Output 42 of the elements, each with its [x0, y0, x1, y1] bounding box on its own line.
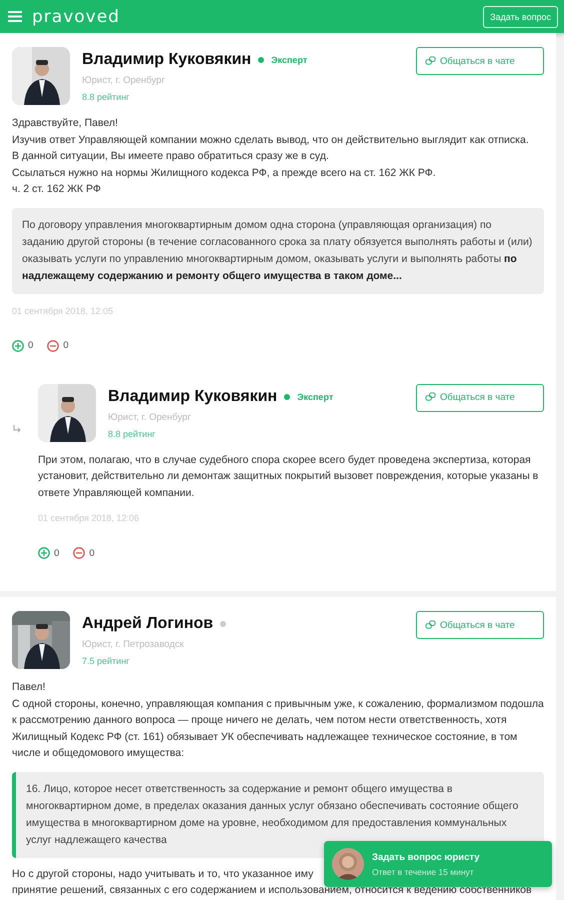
upvote-count: 0: [28, 340, 34, 351]
lawyer-rating: 8.8 рейтинг: [108, 428, 156, 438]
chat-icon: [425, 620, 436, 630]
expert-label: Эксперт: [271, 55, 308, 65]
answer-text: Но с другой стороны, надо учитывать и то, что указанное иму: [12, 866, 314, 882]
reply-arrow-icon: [12, 424, 22, 434]
lawyer-location: Юрист, г. Оренбург: [108, 412, 192, 422]
ask-question-button[interactable]: Задать вопрос: [483, 6, 558, 28]
law-quote: По договору управления многоквартирным домом одна сторона (управляющая организация) по заданию другой стороны (в течение согласованного срока за плату обязуется выполнять работы и (или) оказывать услуги по управлению многоквартирным домом, оказывать услуги и выполнять работы по надлежащему содержанию и ремонту общего имущества в таком доме...: [12, 208, 544, 294]
answer-text: ч. 2 ст. 162 ЖК РФ: [12, 182, 102, 197]
answer-text: Ссылаться нужно на нормы Жилищного кодекса РФ, а прежде всего на ст. 162 ЖК РФ.: [12, 166, 437, 180]
downvote-count: 0: [89, 548, 95, 558]
chat-icon: [425, 56, 436, 66]
answer-text: Павел!: [12, 680, 46, 695]
minus-icon[interactable]: [73, 547, 86, 559]
widget-subtitle: Ответ в течение 15 минут: [372, 866, 475, 876]
chat-button[interactable]: Общаться в чате: [416, 384, 544, 412]
answer-text: Здравствуйте, Павел!: [12, 116, 119, 131]
chat-button[interactable]: Общаться в чате: [416, 47, 544, 75]
lawyer-location: Юрист, г. Оренбург: [82, 75, 166, 86]
upvote-count: 0: [54, 548, 60, 558]
chat-icon: [425, 392, 436, 403]
lawyer-name[interactable]: Владимир Куковякин: [82, 51, 252, 69]
minus-icon[interactable]: [47, 340, 60, 352]
answer-text: В данной ситуации, Вы имеете право обратиться сразу же в суд.: [12, 149, 330, 164]
expert-label: Эксперт: [297, 392, 334, 402]
lawyer-rating: 7.5 рейтинг: [82, 656, 130, 666]
answer-text: С одной стороны, конечно, управляющая компания с привычным уже, к сожалению, формализмом подошла к рассмотрению данного вопроса — проще ничего не делать, чем потом нести ответственность, хотя Жилищный Кодекс РФ (ст. 161) обязывает УК обеспечивать надлежащее техническое состояние, в том числе и общедомового имущества:: [12, 696, 544, 761]
plus-icon[interactable]: [38, 547, 50, 559]
answer-text: При этом, полагаю, что в случае судебного спора скорее всего будет проведена экспертиза, которая установит, действительно ли демонтаж защитных покрытий вызовет повреждения, которые указаны в ответе Управляющей компании.: [38, 452, 540, 500]
lawyer-name[interactable]: Андрей Логинов: [82, 615, 214, 633]
plus-icon[interactable]: [12, 340, 24, 352]
menu-icon[interactable]: [8, 11, 22, 22]
logo[interactable]: pravoved: [32, 6, 474, 26]
widget-title: Задать вопрос юристу: [372, 852, 480, 862]
lawyer-rating: 8.8 рейтинг: [82, 92, 130, 102]
answer-text: Изучив ответ Управляющей компании можно сделать вывод, что он действительно выглядит как отписка.: [12, 132, 530, 148]
lawyer-name[interactable]: Владимир Куковякин: [108, 388, 278, 406]
ask-lawyer-widget[interactable]: Задать вопрос юристу Ответ в течение 15 минут: [324, 841, 552, 887]
downvote-count: 0: [63, 340, 69, 351]
chat-button[interactable]: Общаться в чате: [416, 611, 544, 639]
lawyer-location: Юрист, г. Петрозаводск: [82, 639, 185, 650]
